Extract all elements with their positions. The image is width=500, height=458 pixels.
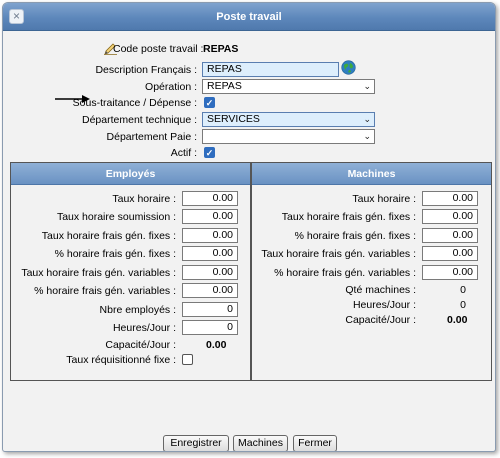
mach-capacite-value: 0.00 xyxy=(447,314,468,326)
emp-pct-variables-label: % horaire frais gén. variables : xyxy=(34,285,176,297)
mach-variables-label: Taux horaire frais gén. variables : xyxy=(261,248,416,260)
emp-variables-input[interactable]: 0.00 xyxy=(182,265,238,280)
dept-paie-label: Département Paie : xyxy=(106,131,197,143)
description-input[interactable]: REPAS xyxy=(202,62,339,77)
mach-pct-fixes-label: % horaire frais gén. fixes : xyxy=(294,230,416,242)
emp-variables-label: Taux horaire frais gén. variables : xyxy=(21,267,176,279)
dept-tech-value: SERVICES xyxy=(207,113,260,125)
dept-tech-label: Département technique : xyxy=(82,114,197,126)
mach-heures-value: 0 xyxy=(460,299,466,311)
emp-nbre-input[interactable]: 0 xyxy=(182,302,238,317)
emp-fixes-input[interactable]: 0.00 xyxy=(182,228,238,243)
poste-travail-window: × Poste travail Code poste travail : REP… xyxy=(2,2,496,452)
operation-value: REPAS xyxy=(207,80,242,92)
employes-header: Employés xyxy=(11,163,250,185)
machines-panel: Machines Taux horaire : 0.00 Taux horair… xyxy=(251,162,492,381)
emp-taux-horaire-label: Taux horaire : xyxy=(112,193,176,205)
emp-nbre-label: Nbre employés : xyxy=(99,304,176,316)
mach-capacite-label: Capacité/Jour : xyxy=(345,314,416,326)
chevron-down-icon: ⌄ xyxy=(363,114,371,124)
dept-tech-select[interactable]: SERVICES ⌄ xyxy=(202,112,375,127)
emp-taux-soum-label: Taux horaire soumission : xyxy=(56,211,176,223)
emp-pct-variables-input[interactable]: 0.00 xyxy=(182,283,238,298)
soustraitance-checkbox[interactable]: ✓ xyxy=(204,97,215,108)
chevron-down-icon: ⌄ xyxy=(363,131,371,141)
emp-capacite-value: 0.00 xyxy=(206,339,227,351)
close-button[interactable]: Fermer xyxy=(293,435,337,451)
mach-qte-label: Qté machines : xyxy=(345,284,416,296)
mach-fixes-input[interactable]: 0.00 xyxy=(422,209,478,224)
emp-heures-label: Heures/Jour : xyxy=(112,322,176,334)
mach-pct-fixes-input[interactable]: 0.00 xyxy=(422,228,478,243)
mach-pct-variables-label: % horaire frais gén. variables : xyxy=(274,267,416,279)
emp-fixes-label: Taux horaire frais gén. fixes : xyxy=(41,230,176,242)
actif-checkbox[interactable]: ✓ xyxy=(204,147,215,158)
actif-label: Actif : xyxy=(170,147,197,159)
machines-header: Machines xyxy=(252,163,491,185)
operation-label: Opération : xyxy=(145,81,197,93)
soustraitance-label: Sous-traitance / Dépense : xyxy=(72,97,197,109)
dept-paie-select[interactable]: ⌄ xyxy=(202,129,375,144)
mach-qte-value: 0 xyxy=(460,284,466,296)
description-label: Description Français : xyxy=(95,64,197,76)
employes-panel: Employés Taux horaire : 0.00 Taux horair… xyxy=(10,162,251,381)
chevron-down-icon: ⌄ xyxy=(363,81,371,91)
mach-pct-variables-input[interactable]: 0.00 xyxy=(422,265,478,280)
title-bar: × Poste travail xyxy=(3,3,495,31)
emp-requisition-label: Taux réquisitionné fixe : xyxy=(66,354,176,366)
emp-pct-fixes-input[interactable]: 0.00 xyxy=(182,246,238,261)
operation-select[interactable]: REPAS ⌄ xyxy=(202,79,375,94)
code-value: REPAS xyxy=(203,43,239,55)
globe-icon[interactable] xyxy=(341,60,356,75)
code-label: Code poste travail : xyxy=(113,43,204,55)
emp-pct-fixes-label: % horaire frais gén. fixes : xyxy=(54,248,176,260)
emp-heures-input[interactable]: 0 xyxy=(182,320,238,335)
window-title: Poste travail xyxy=(216,11,282,23)
mach-taux-horaire-input[interactable]: 0.00 xyxy=(422,191,478,206)
mach-fixes-label: Taux horaire frais gén. fixes : xyxy=(281,211,416,223)
emp-taux-soum-input[interactable]: 0.00 xyxy=(182,209,238,224)
emp-taux-horaire-input[interactable]: 0.00 xyxy=(182,191,238,206)
mach-taux-horaire-label: Taux horaire : xyxy=(352,193,416,205)
emp-capacite-label: Capacité/Jour : xyxy=(105,339,176,351)
emp-requisition-checkbox[interactable]: ✓ xyxy=(182,354,193,365)
machines-button[interactable]: Machines xyxy=(233,435,288,451)
save-button[interactable]: Enregistrer xyxy=(163,435,229,451)
mach-heures-label: Heures/Jour : xyxy=(352,299,416,311)
mach-variables-input[interactable]: 0.00 xyxy=(422,246,478,261)
